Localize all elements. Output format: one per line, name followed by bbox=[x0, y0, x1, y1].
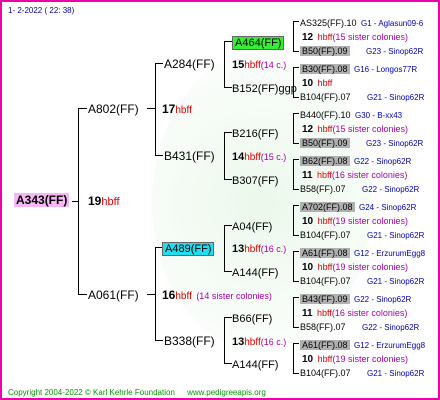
ancestor-bottom[interactable]: B58(FF).07 G22 - Sinop62R bbox=[300, 181, 419, 196]
connector bbox=[293, 235, 299, 236]
connector bbox=[293, 281, 299, 282]
mother-queen[interactable]: A061(FF) bbox=[88, 288, 139, 302]
header-time: ( 22: 38) bbox=[44, 6, 75, 15]
header-date: 1- 2-2022 bbox=[8, 6, 43, 15]
ffm-queen[interactable]: B152(FF)ggp bbox=[232, 81, 297, 96]
ancestor-mating: 12 hbff(15 sister colonies) bbox=[302, 32, 408, 43]
connector bbox=[293, 67, 299, 68]
mf-queen[interactable]: A489(FF) bbox=[162, 241, 215, 256]
header-datetime: 1- 2-2022 ( 22: 38) bbox=[8, 4, 74, 17]
father-mating: 17hbff bbox=[162, 102, 192, 117]
main-hbff: hbff bbox=[101, 196, 120, 208]
connector bbox=[78, 108, 87, 109]
main-queen[interactable]: A343(FF) bbox=[14, 193, 70, 207]
connector bbox=[293, 113, 299, 114]
pedigree-frame: 1- 2-2022 ( 22: 38) A343(FF) 19hbff A802… bbox=[0, 0, 440, 400]
site-link[interactable]: www.pedigreeapis.org bbox=[187, 388, 266, 397]
connector bbox=[147, 108, 156, 109]
connector bbox=[155, 340, 163, 341]
connector bbox=[224, 225, 225, 271]
connector bbox=[147, 294, 156, 295]
connector bbox=[293, 205, 299, 206]
connector bbox=[293, 51, 299, 52]
ancestor-bottom[interactable]: B104(FF).07 G21 - Sinop62R bbox=[300, 227, 424, 242]
mother-mating: 16hbff (14 sister colonies) bbox=[162, 288, 272, 303]
connector bbox=[293, 113, 294, 143]
connector bbox=[293, 297, 299, 298]
mfm-queen[interactable]: A144(FF) bbox=[232, 265, 278, 280]
main-queen-name[interactable]: A343(FF) bbox=[14, 193, 70, 207]
main-mating: 19hbff bbox=[88, 194, 120, 209]
ff-mating: 15hbff(14 c.) bbox=[232, 59, 287, 71]
connector bbox=[224, 225, 232, 226]
ff-queen[interactable]: A284(FF) bbox=[164, 57, 215, 71]
ancestor-top[interactable]: AS325(FF).10 G1 - Aglasun09-6 bbox=[300, 15, 423, 30]
connector bbox=[224, 317, 225, 363]
connector bbox=[293, 343, 299, 344]
connector bbox=[224, 87, 232, 88]
main-count: 19 bbox=[88, 194, 102, 208]
mmm-queen[interactable]: A144(FF) bbox=[232, 357, 278, 372]
connector bbox=[224, 317, 232, 318]
fm-mating: 14hbff(15 c.) bbox=[232, 151, 287, 163]
connector bbox=[224, 132, 225, 179]
connector bbox=[293, 159, 299, 160]
father-queen[interactable]: A802(FF) bbox=[88, 102, 139, 116]
connector bbox=[155, 63, 156, 156]
connector bbox=[224, 179, 232, 180]
connector bbox=[293, 373, 299, 374]
connector bbox=[155, 63, 163, 64]
footer: Copyright 2004-2022 © Karl Kehrle Founda… bbox=[8, 386, 266, 398]
connector bbox=[293, 327, 299, 328]
mf-mating: 13hbff(16 c.) bbox=[232, 243, 287, 255]
connector bbox=[293, 297, 294, 327]
connector bbox=[293, 189, 299, 190]
connector bbox=[293, 97, 299, 98]
connector bbox=[293, 251, 294, 281]
connector bbox=[293, 343, 294, 373]
connector bbox=[224, 41, 225, 87]
ancestor-mating: 12 hbff(15 sister colonies) bbox=[302, 124, 408, 135]
connector bbox=[293, 251, 299, 252]
connector bbox=[224, 363, 232, 364]
connector bbox=[293, 205, 294, 235]
mm-mating: 13hbff(16 c.) bbox=[232, 336, 287, 348]
fmf-queen[interactable]: B216(FF) bbox=[232, 126, 278, 141]
connector bbox=[78, 294, 87, 295]
connector bbox=[72, 201, 79, 202]
ancestor-bottom[interactable]: B50(FF).09 G23 - Sinop62R bbox=[300, 135, 423, 150]
ancestor-top[interactable]: A61(FF).08 G12 - ErzurumEgg8 bbox=[300, 245, 425, 260]
copyright-text: Copyright 2004-2022 © Karl Kehrle Founda… bbox=[8, 388, 175, 397]
fmm-queen[interactable]: B307(FF) bbox=[232, 173, 278, 188]
connector bbox=[293, 159, 294, 189]
ancestor-mating: 11 hbff(16 sister colonies) bbox=[302, 308, 408, 319]
ancestor-bottom[interactable]: B104(FF).07 G21 - Sinop62R bbox=[300, 273, 424, 288]
connector bbox=[293, 21, 299, 22]
connector bbox=[224, 41, 232, 42]
ancestor-bottom[interactable]: B104(FF).07 G21 - Sinop62R bbox=[300, 365, 424, 380]
mff-queen[interactable]: A04(FF) bbox=[232, 219, 272, 234]
ancestor-bottom[interactable]: B50(FF).09 G23 - Sinop62R bbox=[300, 43, 423, 58]
fff-queen[interactable]: A464(FF) bbox=[232, 35, 285, 50]
connector bbox=[224, 271, 232, 272]
connector bbox=[293, 21, 294, 51]
ancestor-top[interactable]: A61(FF).08 G12 - ErzurumEgg8 bbox=[300, 337, 425, 352]
ancestor-mating: 10 hbff bbox=[302, 78, 333, 89]
fm-queen[interactable]: B431(FF) bbox=[164, 149, 215, 163]
ancestor-bottom[interactable]: B58(FF).07 G22 - Sinop62R bbox=[300, 319, 419, 334]
connector bbox=[155, 155, 163, 156]
ancestor-bottom[interactable]: B104(FF).07 G21 - Sinop62R bbox=[300, 89, 424, 104]
connector bbox=[293, 143, 299, 144]
mmf-queen[interactable]: B66(FF) bbox=[232, 311, 272, 326]
connector bbox=[293, 67, 294, 97]
ancestor-mating: 11 hbff(16 sister colonies) bbox=[302, 170, 408, 181]
mm-queen[interactable]: B338(FF) bbox=[164, 334, 215, 348]
connector bbox=[224, 132, 232, 133]
